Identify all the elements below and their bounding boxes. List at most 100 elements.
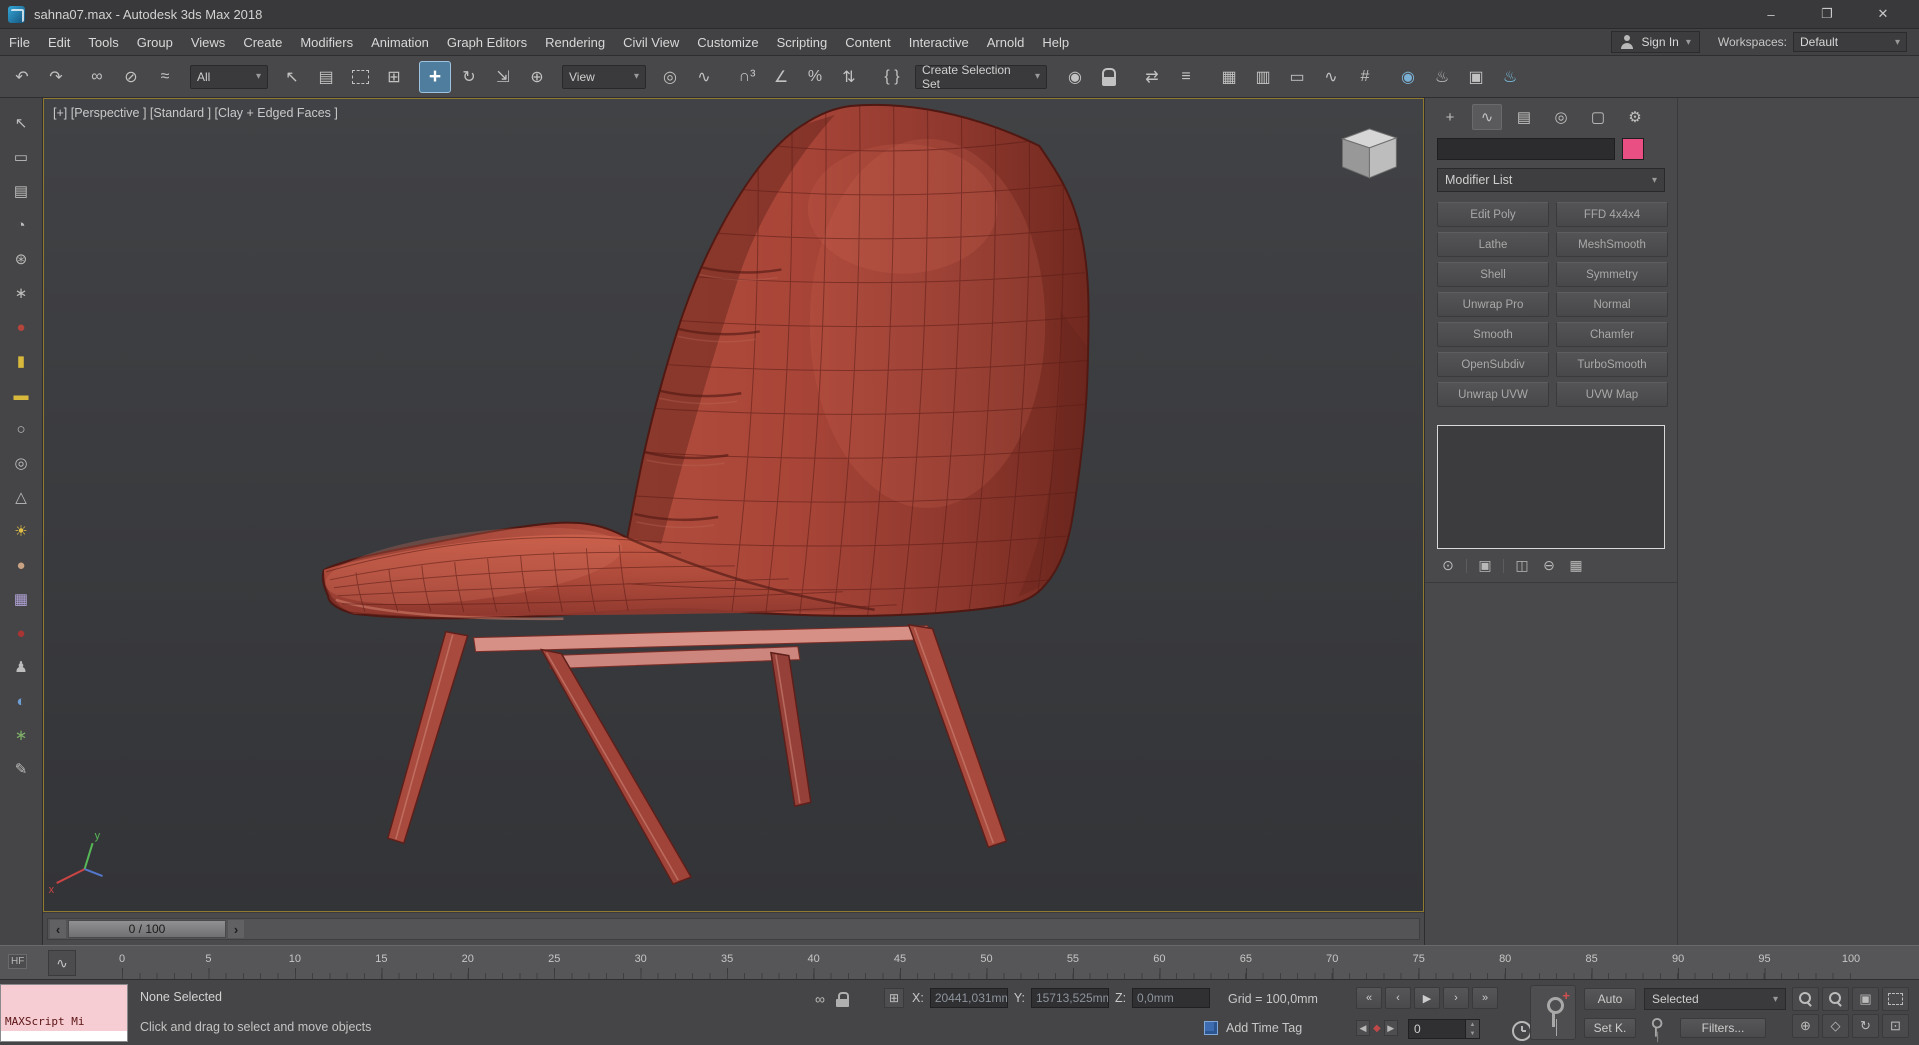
menu-item-views[interactable]: Views (182, 29, 234, 55)
select-and-rotate-icon[interactable]: ↻ (453, 61, 485, 93)
hf-icon[interactable]: HF (8, 954, 28, 969)
orbit-icon[interactable]: ↻ (1852, 1014, 1879, 1038)
curve-editor-icon[interactable]: ∿ (1315, 61, 1347, 93)
align-icon[interactable]: ≡ (1170, 61, 1202, 93)
time-slider-handle[interactable]: 0 / 100 (68, 920, 226, 938)
left-grass-icon[interactable]: ∗ (6, 718, 36, 752)
zoom-icon[interactable] (1792, 987, 1819, 1011)
menu-item-file[interactable]: File (0, 29, 39, 55)
select-object-icon[interactable]: ↖ (276, 61, 308, 93)
left-sphere-icon[interactable]: ● (6, 548, 36, 582)
left-red-sphere-icon[interactable]: ● (6, 310, 36, 344)
next-frame-button[interactable]: › (1443, 987, 1469, 1009)
menu-item-edit[interactable]: Edit (39, 29, 79, 55)
redo-icon[interactable]: ↷ (40, 61, 72, 93)
go-to-start-button[interactable]: « (1356, 987, 1382, 1009)
schematic-view-icon[interactable]: # (1349, 61, 1381, 93)
left-star-icon[interactable]: ∗ (6, 276, 36, 310)
rectangular-selection-region-icon[interactable] (344, 61, 376, 93)
modifier-button-symmetry[interactable]: Symmetry (1556, 262, 1668, 287)
configure-modifier-sets-icon[interactable]: ▦ (1567, 557, 1585, 574)
zoom-extents-icon[interactable]: ▣ (1852, 987, 1879, 1011)
use-pivot-point-center-icon[interactable]: ◎ (654, 61, 686, 93)
spinner-down-icon[interactable]: ▼ (1466, 1029, 1479, 1038)
spinner-snap-toggle-icon[interactable]: ⇅ (833, 61, 865, 93)
x-coordinate-field[interactable]: 20441,031mm (929, 988, 1008, 1008)
show-end-result-icon[interactable]: ▣ (1476, 557, 1494, 574)
menu-item-scripting[interactable]: Scripting (768, 29, 837, 55)
viewcube[interactable] (1340, 128, 1398, 179)
menu-item-rendering[interactable]: Rendering (536, 29, 614, 55)
spinner-arrows[interactable]: ▲ ▼ (1465, 1020, 1479, 1038)
selection-filter-dropdown[interactable]: All ▾ (190, 64, 268, 89)
modifier-button-turbosmooth[interactable]: TurboSmooth (1556, 352, 1668, 377)
percent-snap-toggle-icon[interactable]: % (799, 61, 831, 93)
toggle-scene-explorer-icon[interactable]: ▦ (1213, 61, 1245, 93)
modifier-button-ffd-4x4x4[interactable]: FFD 4x4x4 (1556, 202, 1668, 227)
selection-lock-icon[interactable] (835, 991, 849, 1007)
menu-item-animation[interactable]: Animation (362, 29, 438, 55)
absolute-offset-mode-toggle[interactable]: ⊞ (884, 988, 904, 1008)
mirror-icon[interactable]: ⇄ (1136, 61, 1168, 93)
previous-frame-button[interactable]: ‹ (1385, 987, 1411, 1009)
left-sun-icon[interactable]: ☀ (6, 514, 36, 548)
toggle-layer-explorer-icon[interactable]: ▥ (1247, 61, 1279, 93)
left-yellow-bar-icon[interactable]: ▬ (6, 378, 36, 412)
render-production-icon[interactable]: ♨ (1494, 61, 1526, 93)
viewport-canvas[interactable]: x y (44, 99, 1423, 911)
reference-coordinate-system-dropdown[interactable]: View ▾ (562, 64, 646, 89)
tab-hierarchy-icon[interactable]: ▤ (1509, 104, 1539, 130)
tab-motion-icon[interactable]: ◎ (1546, 104, 1576, 130)
menu-item-civil-view[interactable]: Civil View (614, 29, 688, 55)
tab-create-icon[interactable]: + (1435, 104, 1465, 130)
material-editor-icon[interactable]: ◉ (1392, 61, 1424, 93)
modifier-button-uvw-map[interactable]: UVW Map (1556, 382, 1668, 407)
select-and-place-icon[interactable]: ⊕ (521, 61, 553, 93)
select-by-name-icon[interactable]: ▤ (310, 61, 342, 93)
current-frame-spinner[interactable]: 0 ▲ ▼ (1408, 1019, 1480, 1039)
left-globe-icon[interactable]: ◐ (6, 684, 36, 718)
perspective-viewport[interactable]: [+] [Perspective ] [Standard ] [Clay + E… (43, 98, 1424, 912)
menu-item-graph-editors[interactable]: Graph Editors (438, 29, 536, 55)
field-of-view-icon[interactable]: ◇ (1822, 1014, 1849, 1038)
pan-view-icon[interactable]: ⊕ (1792, 1014, 1819, 1038)
workspaces-dropdown[interactable]: Default ▾ (1793, 32, 1907, 52)
modifier-button-edit-poly[interactable]: Edit Poly (1437, 202, 1549, 227)
modifier-button-chamfer[interactable]: Chamfer (1556, 322, 1668, 347)
left-rectangle-icon[interactable]: ▭ (6, 140, 36, 174)
left-clock-icon[interactable]: ◔ (6, 208, 36, 242)
z-coordinate-field[interactable]: 0,0mm (1132, 988, 1211, 1008)
time-slider-next-arrow[interactable]: › (228, 920, 244, 938)
rendered-frame-window-icon[interactable]: ▣ (1460, 61, 1492, 93)
auto-key-button[interactable]: Auto (1584, 988, 1636, 1010)
maximize-viewport-toggle-icon[interactable]: ⊡ (1882, 1014, 1909, 1038)
left-list-icon[interactable]: ▤ (6, 174, 36, 208)
left-select-icon[interactable]: ↖ (6, 106, 36, 140)
menu-item-interactive[interactable]: Interactive (900, 29, 978, 55)
left-checker-icon[interactable]: ▦ (6, 582, 36, 616)
named-selection-sets-dropdown[interactable]: Create Selection Set ▾ (915, 63, 1047, 91)
bind-to-space-warp-icon[interactable]: ≈ (149, 61, 181, 93)
modifier-button-unwrap-uvw[interactable]: Unwrap UVW (1437, 382, 1549, 407)
angle-snap-toggle-icon[interactable]: ∠ (765, 61, 797, 93)
selection-link-icon[interactable]: ∞ (815, 991, 825, 1007)
menu-item-arnold[interactable]: Arnold (978, 29, 1034, 55)
left-figure-icon[interactable]: ♟ (6, 650, 36, 684)
previous-key-button[interactable]: ◀ (1356, 1020, 1370, 1036)
object-name-input[interactable] (1437, 138, 1615, 160)
modifier-button-unwrap-pro[interactable]: Unwrap Pro (1437, 292, 1549, 317)
menu-item-create[interactable]: Create (234, 29, 291, 55)
select-and-scale-icon[interactable]: ⇲ (487, 61, 519, 93)
remove-modifier-icon[interactable]: ⊖ (1540, 557, 1558, 574)
menu-item-help[interactable]: Help (1033, 29, 1078, 55)
key-mode-icon[interactable]: ◆ (1373, 1023, 1381, 1034)
add-time-tag[interactable]: Add Time Tag (1204, 1021, 1302, 1035)
render-setup-icon[interactable]: ♨ (1426, 61, 1458, 93)
set-key-button[interactable]: Set K. (1584, 1018, 1636, 1038)
menu-item-modifiers[interactable]: Modifiers (291, 29, 362, 55)
modifier-button-smooth[interactable]: Smooth (1437, 322, 1549, 347)
tab-utilities-icon[interactable]: ⚙ (1620, 104, 1650, 130)
pin-stack-icon[interactable]: ⊙ (1439, 557, 1457, 574)
left-cone-icon[interactable]: △ (6, 480, 36, 514)
object-color-swatch[interactable] (1622, 138, 1644, 160)
